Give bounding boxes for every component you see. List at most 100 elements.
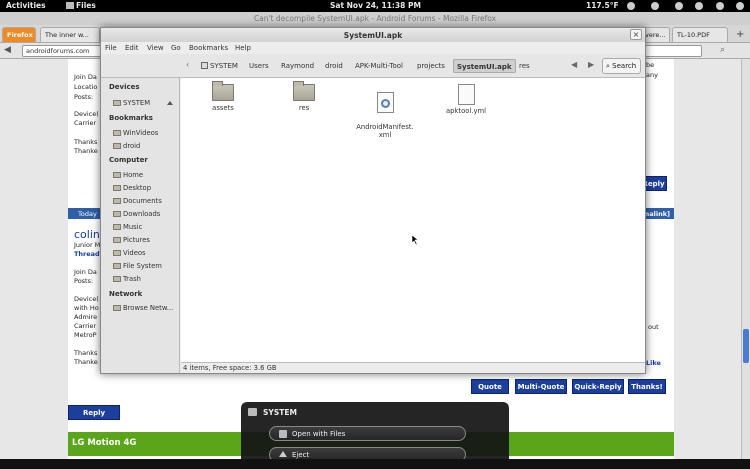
app-menu[interactable]: Files	[66, 1, 96, 10]
post-text-out: out	[648, 323, 659, 331]
places-sidebar: Devices SYSTEM Bookmarks WinVideos droid…	[101, 78, 180, 373]
file-view[interactable]: assets res AndroidManifest. xml apktool.…	[181, 78, 645, 362]
sidebar-item-pictures[interactable]: Pictures	[113, 236, 150, 247]
scrollbar-thumb[interactable]	[743, 329, 749, 363]
menu-file[interactable]: File	[105, 44, 117, 52]
path-scroll-left-icon[interactable]: ‹	[186, 60, 189, 69]
sidebar-header-computer: Computer	[109, 156, 148, 164]
crumb-raymond[interactable]: Raymond	[278, 59, 317, 73]
reply-button-bottom[interactable]: Reply	[68, 405, 120, 420]
top-carrier: Carrier	[74, 119, 97, 127]
activities-button[interactable]: Activities	[6, 1, 46, 10]
page-scrollbar[interactable]	[741, 59, 750, 459]
sidebar-item-desktop[interactable]: Desktop	[113, 184, 151, 195]
firefox-url-bar[interactable]: androidforums.com	[22, 45, 112, 57]
thanks-button[interactable]: Thanks!	[628, 379, 666, 394]
close-icon[interactable]: ×	[630, 29, 642, 40]
gear-icon	[380, 99, 390, 108]
sidebar-item-system[interactable]: SYSTEM	[113, 99, 150, 110]
permalink-link[interactable]: malink]	[642, 210, 670, 218]
menu-bookmarks[interactable]: Bookmarks	[189, 44, 228, 52]
folder-icon	[113, 143, 121, 149]
like-link[interactable]: Like	[646, 359, 661, 367]
sidebar-item-downloads[interactable]: Downloads	[113, 210, 160, 221]
clock[interactable]: Sat Nov 24, 11:38 PM	[330, 1, 421, 10]
crumb-res[interactable]: res	[516, 59, 533, 73]
sidebar-item-browse-network[interactable]: Browse Netw...	[113, 304, 173, 315]
eject-icon[interactable]	[167, 101, 173, 105]
eject-label: Eject	[292, 451, 310, 459]
weather-temperature[interactable]: 117.5°F	[586, 1, 619, 10]
file-item-assets[interactable]: assets	[193, 81, 253, 112]
top-thanked: Thanke	[74, 147, 98, 155]
sidebar-header-network: Network	[109, 290, 143, 298]
crumb-system[interactable]: SYSTEM	[198, 59, 241, 73]
sidebar-item-music[interactable]: Music	[113, 223, 142, 234]
volume-icon[interactable]	[695, 2, 703, 10]
files-app-icon	[279, 430, 287, 438]
poster-name[interactable]: colin	[74, 228, 100, 241]
sidebar-item-label: Home	[123, 171, 144, 179]
sidebar-item-label: Documents	[123, 197, 162, 205]
forward-icon[interactable]: ▶	[588, 60, 594, 69]
document-icon	[457, 84, 475, 105]
app-menu-label: Files	[76, 1, 96, 10]
quote-button[interactable]: Quote	[471, 379, 509, 394]
message-tray	[0, 459, 750, 469]
top-posts: Posts:	[74, 93, 94, 101]
poster-threads-link[interactable]: Thread	[74, 250, 100, 258]
multi-quote-button[interactable]: Multi-Quote	[515, 379, 567, 394]
sidebar-item-trash[interactable]: Trash	[113, 275, 141, 286]
crumb-users[interactable]: Users	[246, 59, 272, 73]
open-with-files-button[interactable]: Open with Files	[269, 426, 466, 441]
drive-icon	[201, 62, 208, 69]
sidebar-item-label: Browse Netw...	[123, 304, 174, 312]
search-button-label: Search	[612, 62, 637, 70]
crumb-apk-multi-tool[interactable]: APK-Multi-Tool	[352, 59, 406, 73]
new-tab-icon[interactable]: +	[736, 29, 744, 40]
menu-view[interactable]: View	[147, 44, 164, 52]
firefox-menu-button[interactable]: Firefox	[2, 27, 36, 42]
files-window: SystemUI.apk × File Edit View Go Bookmar…	[100, 27, 646, 374]
search-button[interactable]: ⌕ Search	[602, 58, 641, 74]
user-icon[interactable]	[736, 2, 744, 10]
file-item-res[interactable]: res	[274, 81, 334, 112]
drive-icon	[113, 100, 121, 106]
search-icon[interactable]: ⌕	[720, 45, 725, 55]
battery-icon[interactable]	[716, 2, 724, 10]
notification-title: SYSTEM	[263, 408, 297, 417]
back-icon[interactable]: ◀	[571, 60, 577, 69]
poster-join-date: Join Da	[74, 268, 97, 276]
sidebar-item-droid[interactable]: droid	[113, 142, 140, 153]
section-title[interactable]: LG Motion 4G	[72, 438, 136, 448]
top-panel: Activities Files Sat Nov 24, 11:38 PM 11…	[0, 0, 750, 12]
menu-help[interactable]: Help	[235, 44, 251, 52]
accessibility-icon[interactable]	[627, 2, 635, 10]
sidebar-item-videos[interactable]: Videos	[113, 249, 146, 260]
tab-tl10-pdf[interactable]: TL-10.PDF	[672, 27, 728, 42]
sidebar-item-home[interactable]: Home	[113, 171, 143, 182]
network-icon[interactable]	[675, 2, 683, 10]
crumb-system-label: SYSTEM	[210, 62, 238, 70]
quick-reply-button[interactable]: Quick-Reply	[572, 379, 624, 394]
sidebar-item-winvideos[interactable]: WinVideos	[113, 129, 158, 140]
poster-title: Junior M	[74, 241, 101, 249]
crumb-projects[interactable]: projects	[414, 59, 448, 73]
file-label: res	[298, 104, 310, 112]
poster-carrier: Carrier	[74, 322, 97, 330]
crumb-droid[interactable]: droid	[322, 59, 346, 73]
tab-inner[interactable]: The inner w...	[40, 27, 100, 42]
bluetooth-icon[interactable]	[651, 2, 659, 10]
sidebar-item-file-system[interactable]: File System	[113, 262, 162, 273]
file-item-apktool-yml[interactable]: apktool.yml	[436, 84, 496, 115]
crumb-systemui-apk[interactable]: SystemUI.apk	[453, 59, 516, 73]
back-arrow-icon[interactable]: ◀	[4, 45, 11, 55]
sidebar-item-documents[interactable]: Documents	[113, 197, 162, 208]
files-menubar: File Edit View Go Bookmarks Help	[101, 42, 645, 54]
file-item-androidmanifest[interactable]: AndroidManifest. xml	[355, 84, 415, 139]
desktop-folder-icon	[113, 185, 121, 191]
file-label: apktool.yml	[446, 107, 486, 115]
menu-go[interactable]: Go	[171, 44, 181, 52]
sidebar-item-label: Desktop	[123, 184, 152, 192]
menu-edit[interactable]: Edit	[125, 44, 139, 52]
